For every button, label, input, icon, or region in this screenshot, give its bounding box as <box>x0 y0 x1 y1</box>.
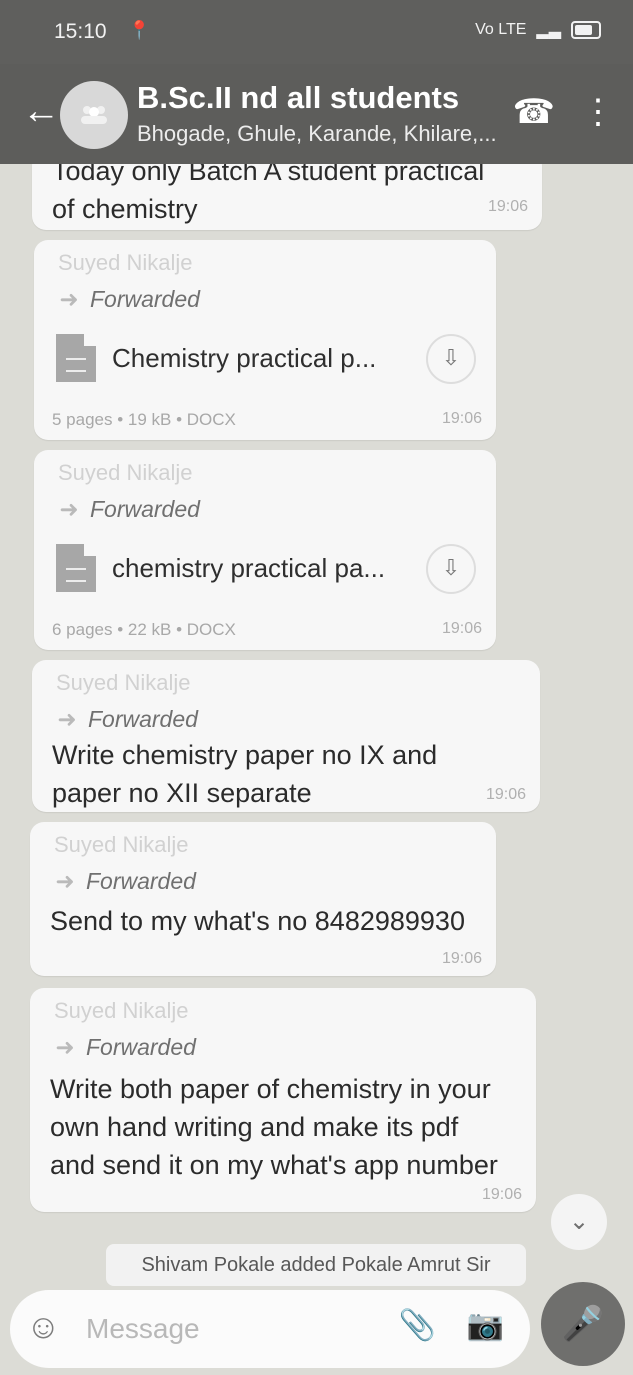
document-message-2[interactable]: Suyed Nikalje ➜ Forwarded chemistry pract… <box>34 450 496 650</box>
document-message-1[interactable]: Suyed Nikalje ➜ Forwarded Chemistry pract… <box>34 240 496 440</box>
status-bar: 15:10 📍 Vo LTE ▂▃ <box>0 0 633 64</box>
message-text: Today only Batch A student practical of … <box>52 164 485 224</box>
forward-arrow-icon: ➜ <box>57 706 77 732</box>
chat-header: ← B.Sc.II nd all students Bhogade, Ghule… <box>0 64 633 164</box>
group-icon <box>81 106 107 124</box>
emoji-icon[interactable]: ☺ <box>26 1308 61 1347</box>
paperclip-icon[interactable]: 📎 <box>399 1308 436 1343</box>
forward-arrow-icon: ➜ <box>55 868 75 894</box>
message-text: Write both paper of chemistry in your ow… <box>50 1074 498 1180</box>
location-pin-icon: 📍 <box>128 20 151 40</box>
document-icon <box>56 544 96 592</box>
battery-icon <box>571 21 601 39</box>
document-row[interactable]: chemistry practical pa... ⇩ <box>56 536 476 600</box>
message-bubble-2[interactable]: Suyed Nikalje ➜ Forwarded Write chemistry… <box>32 660 540 812</box>
forwarded-label: ➜ Forwarded <box>59 286 200 312</box>
sender-name: Suyed Nikalje <box>58 460 193 485</box>
document-meta: 5 pages • 19 kB • DOCX <box>52 410 236 429</box>
message-list[interactable]: Today only Batch A student practical of … <box>0 164 633 1274</box>
message-time: 19:06 <box>441 950 482 967</box>
forwarded-label: ➜ Forwarded <box>55 868 196 894</box>
sender-name: Suyed Nikalje <box>58 250 193 275</box>
message-time: 19:06 <box>441 620 482 637</box>
status-time: 15:10 <box>54 20 107 43</box>
scroll-to-bottom-icon[interactable]: ⌄ <box>551 1194 607 1250</box>
message-text: Send to my what's no 8482989930 <box>50 906 465 936</box>
download-icon[interactable]: ⇩ <box>426 334 476 384</box>
forward-arrow-icon: ➜ <box>59 496 79 522</box>
document-name: chemistry practical pa... <box>112 552 386 583</box>
forwarded-label: ➜ Forwarded <box>57 706 198 732</box>
sender-name: Suyed Nikalje <box>54 998 189 1023</box>
document-meta: 6 pages • 22 kB • DOCX <box>52 620 236 639</box>
message-time: 19:06 <box>487 198 528 215</box>
microphone-icon[interactable]: 🎤 <box>541 1282 625 1366</box>
message-time: 19:06 <box>481 1186 522 1203</box>
message-time: 19:06 <box>485 786 526 803</box>
forward-arrow-icon: ➜ <box>55 1034 75 1060</box>
more-options-icon[interactable]: ⋮ <box>581 92 615 132</box>
network-label: Vo LTE <box>475 21 527 38</box>
message-composer[interactable]: ☺ 📎 📷 <box>10 1290 530 1368</box>
chat-title[interactable]: B.Sc.II nd all students <box>137 80 459 116</box>
group-avatar[interactable] <box>60 81 128 149</box>
status-indicators: Vo LTE ▂▃ <box>475 20 601 40</box>
system-notification: Shivam Pokale added Pokale Amrut Sir <box>106 1244 526 1286</box>
forward-arrow-icon: ➜ <box>59 286 79 312</box>
message-bubble-3[interactable]: Suyed Nikalje ➜ Forwarded Send to my what… <box>30 822 496 976</box>
camera-icon[interactable]: 📷 <box>467 1308 504 1343</box>
chat-subtitle[interactable]: Bhogade, Ghule, Karande, Khilare,... <box>137 121 497 147</box>
sender-name: Suyed Nikalje <box>54 832 189 857</box>
forwarded-label: ➜ Forwarded <box>55 1034 196 1060</box>
message-time: 19:06 <box>441 410 482 427</box>
message-input[interactable] <box>84 1308 368 1350</box>
message-bubble-4[interactable]: Suyed Nikalje ➜ Forwarded Write both pape… <box>30 988 536 1212</box>
document-icon <box>56 334 96 382</box>
download-icon[interactable]: ⇩ <box>426 544 476 594</box>
signal-icon: ▂▃ <box>536 22 561 39</box>
sender-name: Suyed Nikalje <box>56 670 191 695</box>
message-text: Write chemistry paper no IX and paper no… <box>52 740 438 808</box>
message-bubble-1[interactable]: Today only Batch A student practical of … <box>32 164 542 230</box>
back-arrow-icon[interactable]: ← <box>22 92 60 130</box>
add-call-icon[interactable]: ☎ <box>513 92 555 132</box>
document-name: Chemistry practical p... <box>112 342 377 373</box>
forwarded-label: ➜ Forwarded <box>59 496 200 522</box>
document-row[interactable]: Chemistry practical p... ⇩ <box>56 326 476 390</box>
